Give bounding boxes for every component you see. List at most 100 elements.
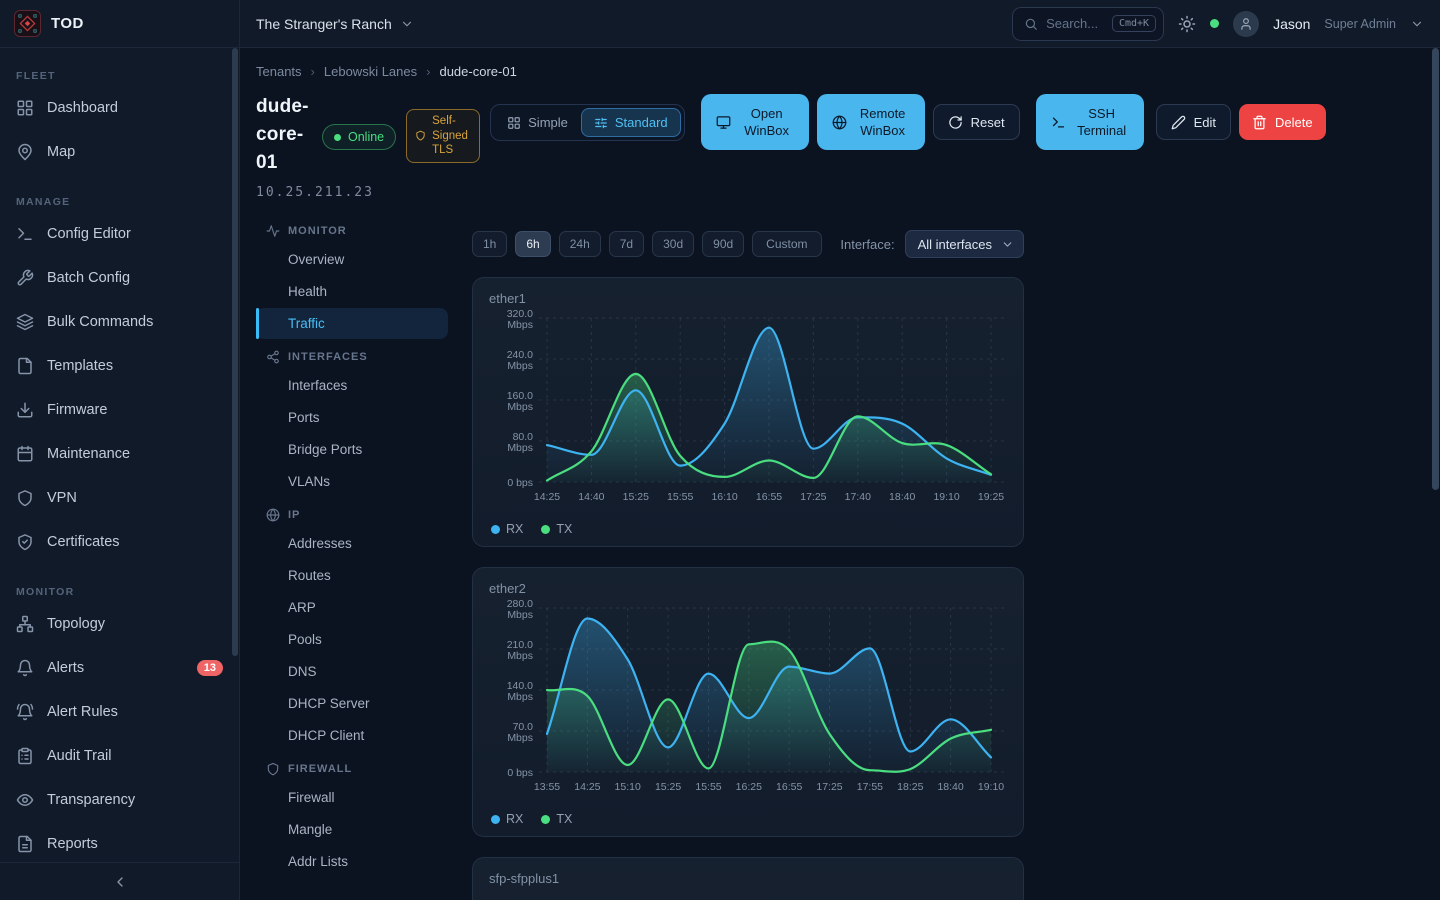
subnav-item-ports[interactable]: Ports <box>256 402 448 433</box>
range-90d[interactable]: 90d <box>702 231 744 257</box>
range-24h[interactable]: 24h <box>559 231 601 257</box>
open-winbox-button[interactable]: Open WinBox <box>701 94 809 150</box>
app-root: TOD FLEET Dashboard Map MANAGE Config Ed… <box>0 0 1440 900</box>
clipboard-icon <box>16 747 34 765</box>
subnav-item-mangle[interactable]: Mangle <box>256 814 448 845</box>
subnav-item-addresses[interactable]: Addresses <box>256 528 448 559</box>
sidebar-item-config-editor[interactable]: Config Editor <box>0 212 239 256</box>
svg-text:13:55: 13:55 <box>534 781 560 793</box>
shield-icon <box>415 130 426 141</box>
sidebar-item-vpn[interactable]: VPN <box>0 476 239 520</box>
globe-icon <box>266 508 280 522</box>
sidebar-collapse-button[interactable] <box>0 862 239 900</box>
remote-winbox-button[interactable]: Remote WinBox <box>817 94 925 150</box>
sidebar-item-bulk-commands[interactable]: Bulk Commands <box>0 300 239 344</box>
svg-text:Mbps: Mbps <box>507 319 533 331</box>
subnav-section-ip: IP <box>256 498 448 527</box>
svg-text:17:25: 17:25 <box>816 781 842 793</box>
subnav-item-pools[interactable]: Pools <box>256 624 448 655</box>
subnav-item-interfaces[interactable]: Interfaces <box>256 370 448 401</box>
ether2-chart-card: ether2 280.0Mbps210.0Mbps140.0Mbps70.0Mb… <box>472 567 1024 837</box>
user-name: Jason <box>1273 16 1310 32</box>
subnav-item-arp[interactable]: ARP <box>256 592 448 623</box>
subnav-item-routes[interactable]: Routes <box>256 560 448 591</box>
reset-button[interactable]: Reset <box>933 104 1020 140</box>
device-subnav: MONITOR Overview Health Traffic INTERFAC… <box>256 214 448 900</box>
avatar[interactable] <box>1233 11 1259 37</box>
sidebar-item-dashboard[interactable]: Dashboard <box>0 86 239 130</box>
subnav-section-label: IP <box>288 509 300 521</box>
sidebar-scrollbar[interactable] <box>232 48 238 656</box>
range-7d[interactable]: 7d <box>609 231 644 257</box>
sidebar-item-label: VPN <box>47 490 77 506</box>
subnav-item-dhcp-client[interactable]: DHCP Client <box>256 720 448 751</box>
sidebar-item-batch-config[interactable]: Batch Config <box>0 256 239 300</box>
view-mode-standard[interactable]: Standard <box>581 108 681 137</box>
sidebar-section-manage: MANAGE <box>0 174 239 212</box>
file-icon <box>16 357 34 375</box>
theme-toggle-sun-icon[interactable] <box>1178 15 1196 33</box>
page-scrollbar[interactable] <box>1432 48 1439 490</box>
rx-dot-icon <box>491 525 500 534</box>
activity-icon <box>266 224 280 238</box>
range-6h[interactable]: 6h <box>515 231 550 257</box>
tenant-name: The Stranger's Ranch <box>256 16 392 32</box>
sidebar-item-alerts[interactable]: Alerts 13 <box>0 646 239 690</box>
breadcrumb-tenants[interactable]: Tenants <box>256 64 302 79</box>
tenant-selector[interactable]: The Stranger's Ranch <box>256 16 414 32</box>
rx-dot-icon <box>491 815 500 824</box>
subnav-section-interfaces: INTERFACES <box>256 340 448 369</box>
status-label: Online <box>348 130 384 144</box>
interface-label: Interface: <box>840 237 894 252</box>
sidebar-item-transparency[interactable]: Transparency <box>0 778 239 822</box>
subnav-section-label: MONITOR <box>288 225 347 237</box>
view-mode-simple[interactable]: Simple <box>494 108 581 137</box>
subnav-item-bridge-ports[interactable]: Bridge Ports <box>256 434 448 465</box>
subnav-item-vlans[interactable]: VLANs <box>256 466 448 497</box>
sidebar-item-audit-trail[interactable]: Audit Trail <box>0 734 239 778</box>
sidebar-item-label: Bulk Commands <box>47 314 153 330</box>
sidebar-item-templates[interactable]: Templates <box>0 344 239 388</box>
interface-select[interactable]: All interfaces <box>905 230 1024 258</box>
search-input[interactable]: Search... Cmd+K <box>1012 7 1164 41</box>
svg-text:14:25: 14:25 <box>574 781 600 793</box>
chart-toolbar: 1h 6h 24h 7d 30d 90d Custom Interface: A… <box>472 230 1024 258</box>
sidebar-item-alert-rules[interactable]: Alert Rules <box>0 690 239 734</box>
sidebar-item-maintenance[interactable]: Maintenance <box>0 432 239 476</box>
breadcrumb-tenant[interactable]: Lebowski Lanes <box>324 64 417 79</box>
delete-button[interactable]: Delete <box>1239 104 1326 140</box>
svg-text:18:40: 18:40 <box>889 491 915 503</box>
range-custom[interactable]: Custom <box>752 231 821 257</box>
sidebar-item-label: Reports <box>47 836 98 852</box>
subnav-item-dns[interactable]: DNS <box>256 656 448 687</box>
chart-legend: RX TX <box>489 812 1007 826</box>
sidebar-item-map[interactable]: Map <box>0 130 239 174</box>
online-dot-icon <box>334 134 341 141</box>
view-mode-label: Simple <box>528 115 568 130</box>
subnav-item-firewall[interactable]: Firewall <box>256 782 448 813</box>
sidebar-item-label: Transparency <box>47 792 135 808</box>
sidebar-item-reports[interactable]: Reports <box>0 822 239 866</box>
sidebar-item-label: Maintenance <box>47 446 130 462</box>
svg-text:15:25: 15:25 <box>655 781 681 793</box>
subnav-item-overview[interactable]: Overview <box>256 244 448 275</box>
svg-text:Mbps: Mbps <box>507 609 533 621</box>
sidebar-item-firmware[interactable]: Firmware <box>0 388 239 432</box>
ssh-terminal-button[interactable]: SSH Terminal <box>1036 94 1144 150</box>
subnav-item-dhcp-server[interactable]: DHCP Server <box>256 688 448 719</box>
status-badge: Online <box>322 124 396 150</box>
subnav-item-traffic[interactable]: Traffic <box>256 308 448 339</box>
legend-rx: RX <box>491 522 523 536</box>
subnav-item-addr-lists[interactable]: Addr Lists <box>256 846 448 877</box>
device-ip: 10.25.211.23 <box>256 185 312 200</box>
range-1h[interactable]: 1h <box>472 231 507 257</box>
sidebar-item-certificates[interactable]: Certificates <box>0 520 239 564</box>
range-30d[interactable]: 30d <box>652 231 694 257</box>
user-menu-toggle[interactable] <box>1410 17 1424 31</box>
edit-button[interactable]: Edit <box>1156 104 1231 140</box>
bell-icon <box>16 659 34 677</box>
sidebar-item-topology[interactable]: Topology <box>0 602 239 646</box>
subnav-item-health[interactable]: Health <box>256 276 448 307</box>
sidebar-nav: FLEET Dashboard Map MANAGE Config Editor… <box>0 48 239 866</box>
chart-legend: RX TX <box>489 522 1007 536</box>
